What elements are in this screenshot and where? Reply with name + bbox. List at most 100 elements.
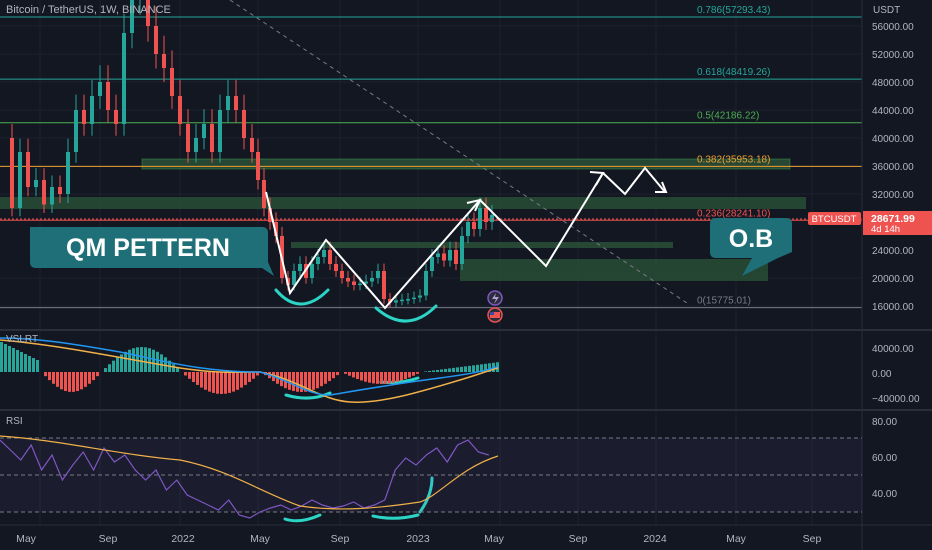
vslrt-bar [124,351,127,372]
candle-body [418,295,422,298]
vslrt-bar [432,370,435,372]
candle-body [202,124,206,138]
candle-body [98,82,102,96]
qm-zigzag [265,172,604,310]
vslrt-bar [224,372,227,394]
fib-label-0: 0.786(57293.43) [697,5,770,16]
vslrt-bar [296,372,299,392]
candle-body [472,222,476,229]
vslrt-bar [96,372,99,377]
vslrt-bar [344,372,347,374]
candle-body [34,180,38,187]
rsi-tick-2: 40.00 [872,489,897,500]
vslrt-bar [108,364,111,372]
vslrt-bar [320,372,323,387]
rsi-tick-1: 60.00 [872,453,897,464]
fib-label-2: 0.5(42186.22) [697,111,759,122]
fib-label-5: 0(15775.01) [697,296,751,307]
currency-label: USDT [873,5,900,16]
vslrt-bar [208,372,211,392]
candle-body [162,54,166,68]
vslrt-bar [392,372,395,383]
vslrt-bar [476,364,479,372]
vslrt-bar [216,372,219,394]
candle-body [376,271,380,278]
candle-body [210,124,214,152]
vslrt-bar [44,372,47,377]
time-tick-2: 2022 [171,533,195,545]
vslrt-bar [200,372,203,388]
vslrt-bar [464,366,467,372]
vslrt-bar [12,348,15,372]
annotations [265,166,668,310]
candle-body [448,250,452,261]
vslrt-bar [56,372,59,387]
vslrt-bar [52,372,55,384]
price-tick-3: 44000.00 [872,106,914,117]
vslrt-bar [92,372,95,381]
time-tick-1: Sep [99,533,118,545]
vslrt-bar [104,368,107,372]
candle-body [382,271,386,299]
candle-body [194,138,198,152]
vslrt-bar [112,360,115,372]
time-tick-0: May [16,533,37,545]
candle-body [346,278,350,282]
vslrt-bar [240,372,243,388]
qm-label: QM PETTERN [66,234,230,262]
price-tick-2: 48000.00 [872,78,914,89]
candle-body [454,250,458,264]
vslrt-bar [232,372,235,392]
vslrt-bar [448,368,451,372]
vslrt-bar [8,346,11,372]
price-axis[interactable]: 56000.00 52000.00 48000.00 44000.00 40000.00… [872,22,914,313]
candle-body [460,236,464,264]
candle-body [154,26,158,54]
vslrt-bar [416,372,419,374]
zone-024k [291,242,673,248]
candle-body [242,110,246,138]
price-tick-4: 40000.00 [872,134,914,145]
btc-chart[interactable]: 0.786(57293.43) 0.618(48419.26) 0.5(42186.… [0,0,932,550]
candle-body [322,250,326,257]
vslrt-bar [60,372,63,390]
vslrt-bar [400,372,403,381]
candle-body [90,96,94,124]
fib-label-4: 0.236(28241.10) [697,208,770,219]
candle-body [186,124,190,152]
candle-body [292,271,296,285]
vslrt-bar [28,356,31,372]
price-tick-0: 56000.00 [872,22,914,33]
vslrt-indicator: 40000.00 0.00 −40000.00 [0,337,920,405]
vslrt-bar [364,372,367,382]
vslrt-bar [184,372,187,376]
time-tick-10: Sep [803,533,822,545]
vslrt-bar [356,372,359,380]
time-tick-4: Sep [331,533,350,545]
candle-body [466,222,470,236]
vslrt-bar [236,372,239,390]
vslrt-bar [440,369,443,372]
candle-body [226,96,230,110]
candle-body [394,300,398,303]
vslrt-bar [188,372,191,379]
vslrt-bar [48,372,51,381]
vslrt-bar [36,360,39,372]
vslrt-bar [248,372,251,382]
candle-body [406,299,410,301]
vslrt-bar [84,372,87,387]
vslrt-bar [404,372,407,380]
vslrt-bar [312,372,315,390]
vslrt-bar [148,348,151,372]
vslrt-bar [156,351,159,372]
vslrt-bar [372,372,375,384]
vslrt-bar [352,372,355,378]
time-axis[interactable]: May Sep 2022 May Sep 2023 May Sep 2024 May Sep [16,533,821,545]
candle-body [170,68,174,96]
candle-body [316,257,320,264]
vslrt-bar [460,366,463,372]
vslrt-bar [388,372,391,384]
candle-body [352,281,356,285]
vslrt-bar [204,372,207,390]
time-tick-3: May [250,533,271,545]
